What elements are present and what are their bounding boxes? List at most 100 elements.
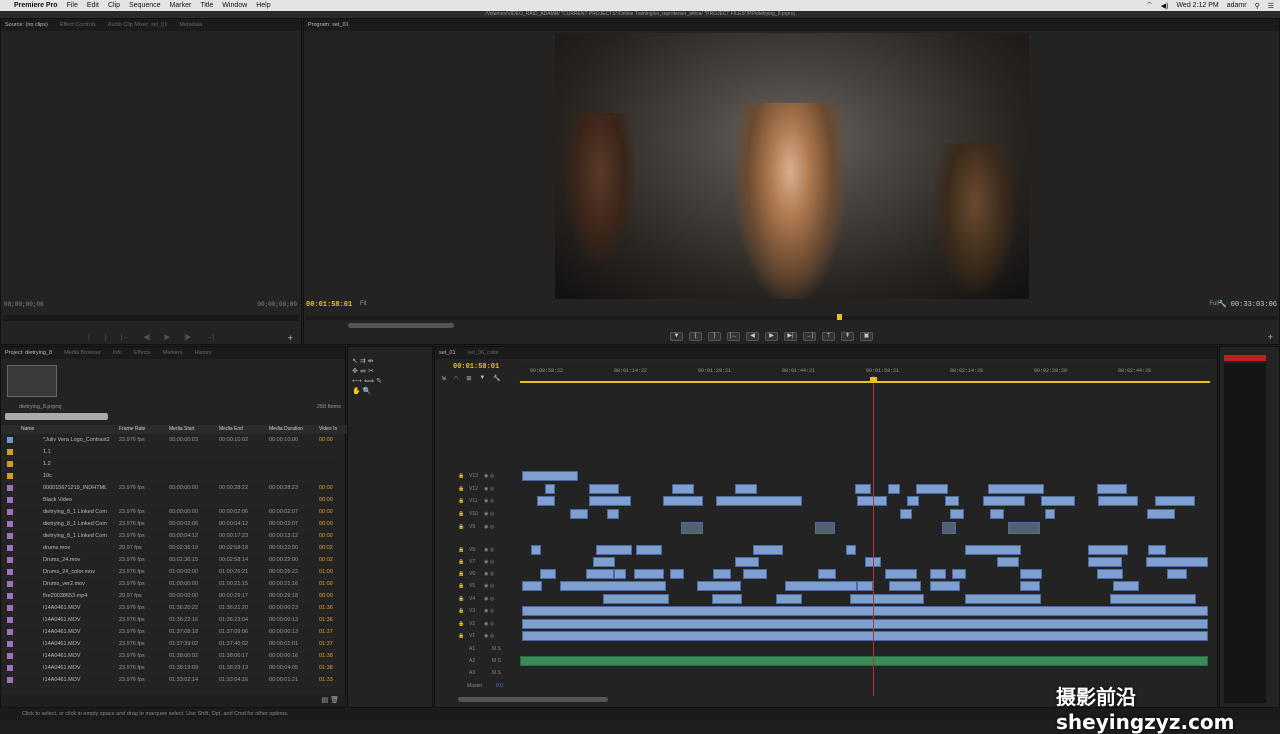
track-visibility-icon[interactable]: ◉ ◎: [484, 559, 494, 565]
timeline-clip[interactable]: [1088, 557, 1122, 567]
video-track-header[interactable]: 🔒 V5 ◉ ◎: [440, 581, 520, 591]
timeline-clip[interactable]: [540, 569, 556, 579]
tab-history[interactable]: History: [195, 350, 212, 356]
tab-source[interactable]: Source: (no clips): [5, 22, 48, 28]
program-zoom-bar[interactable]: [348, 323, 454, 328]
track-visibility-icon[interactable]: ◉ ◎: [484, 473, 494, 479]
program-tc-current[interactable]: 00:01:58:01: [306, 301, 352, 309]
timeline-clip[interactable]: [522, 619, 1208, 629]
menu-edit[interactable]: Edit: [87, 2, 99, 9]
list-icon[interactable]: ☰: [1268, 2, 1274, 10]
timeline-clip[interactable]: [1045, 509, 1055, 519]
program-fit-select[interactable]: Fit: [360, 301, 367, 307]
timeline-clip[interactable]: [735, 557, 759, 567]
timeline-clip[interactable]: [888, 484, 900, 494]
mute-solo-icon[interactable]: M S: [492, 670, 501, 676]
timeline-settings-icon[interactable]: 🔧: [493, 375, 500, 382]
track-visibility-icon[interactable]: ◉ ◎: [484, 633, 494, 639]
col-video-in[interactable]: Video In: [319, 426, 337, 432]
lock-icon[interactable]: 🔒: [458, 498, 464, 504]
label-color-swatch[interactable]: [7, 461, 13, 467]
tab-markers[interactable]: Markers: [163, 350, 183, 356]
video-track-header[interactable]: 🔒 V3 ◉ ◎: [440, 606, 520, 616]
timeline-clip[interactable]: [545, 484, 555, 494]
track-visibility-icon[interactable]: ◉ ◎: [484, 583, 494, 589]
timeline-clip[interactable]: [990, 509, 1004, 519]
timeline-clip[interactable]: [697, 581, 741, 591]
timeline-clip[interactable]: [1098, 496, 1138, 506]
source-step-fwd-icon[interactable]: |▶: [184, 333, 191, 341]
timeline-clip[interactable]: [1097, 569, 1123, 579]
lock-icon[interactable]: 🔒: [458, 596, 464, 602]
list-item[interactable]: 1.1: [1, 446, 339, 458]
timeline-tc[interactable]: 00:01:58:01: [453, 363, 499, 371]
source-tc-current[interactable]: 00;00;00;00: [4, 301, 44, 308]
timeline-clip[interactable]: [1147, 509, 1175, 519]
tab-sequence-set06[interactable]: set_06_color: [468, 350, 500, 356]
col-media-duration[interactable]: Media Duration: [269, 426, 303, 432]
label-color-swatch[interactable]: [7, 509, 13, 515]
track-visibility-icon[interactable]: ◉ ◎: [484, 596, 494, 602]
settings-wrench-icon[interactable]: 🔧: [1218, 300, 1227, 308]
timeline-clip[interactable]: [983, 496, 1025, 506]
timeline-clip[interactable]: [942, 522, 956, 534]
timeline-clip[interactable]: [988, 484, 1044, 494]
wifi-icon[interactable]: ⌔: [1146, 1, 1153, 10]
mark-out-icon[interactable]: }: [708, 332, 721, 341]
track-visibility-icon[interactable]: ◉ ◎: [484, 498, 494, 504]
clock[interactable]: Wed 2:12 PM: [1176, 2, 1218, 9]
timeline-clip[interactable]: [1113, 581, 1139, 591]
track-visibility-icon[interactable]: ◉ ◎: [484, 608, 494, 614]
mute-solo-icon[interactable]: M S: [492, 646, 501, 652]
goto-out-icon[interactable]: →|: [803, 332, 816, 341]
label-color-swatch[interactable]: [7, 497, 13, 503]
source-mark-out-icon[interactable]: }: [104, 334, 106, 341]
menu-help[interactable]: Help: [256, 2, 270, 9]
lock-icon[interactable]: 🔒: [458, 633, 464, 639]
mute-solo-icon[interactable]: M S: [492, 658, 501, 664]
work-area-bar[interactable]: [520, 381, 1210, 383]
program-playhead[interactable]: [837, 314, 842, 320]
source-step-back-icon[interactable]: ◀|: [143, 333, 150, 341]
label-color-swatch[interactable]: [7, 629, 13, 635]
step-forward-icon[interactable]: ▶|: [784, 332, 797, 341]
timeline-zoom-scrollbar[interactable]: [458, 697, 608, 702]
add-marker-tl-icon[interactable]: ▼: [479, 375, 485, 382]
timeline-clip[interactable]: [997, 557, 1019, 567]
timeline-clip[interactable]: [965, 545, 1021, 555]
slip-tool-icon[interactable]: ⟷: [352, 378, 362, 385]
timeline-clip[interactable]: [522, 606, 1208, 616]
lock-icon[interactable]: 🔒: [458, 511, 464, 517]
timeline-clip[interactable]: [593, 557, 615, 567]
timeline-clip[interactable]: [1167, 569, 1187, 579]
video-track-header[interactable]: 🔒 V10 ◉ ◎: [440, 509, 520, 519]
label-color-swatch[interactable]: [7, 485, 13, 491]
timeline-playhead-line[interactable]: [873, 376, 874, 696]
lock-icon[interactable]: 🔒: [458, 571, 464, 577]
timeline-clip[interactable]: [670, 569, 684, 579]
timeline-clip[interactable]: [663, 496, 703, 506]
timeline-clip[interactable]: [586, 569, 614, 579]
timeline-clip[interactable]: [965, 594, 1041, 604]
label-color-swatch[interactable]: [7, 677, 13, 683]
rolling-edit-icon[interactable]: ✥: [352, 368, 358, 375]
lock-icon[interactable]: 🔒: [458, 559, 464, 565]
tab-program[interactable]: Program: set_01: [308, 22, 349, 28]
timeline-clip[interactable]: [681, 522, 703, 534]
menu-title[interactable]: Title: [200, 2, 213, 9]
extract-icon[interactable]: ⇞: [841, 332, 854, 341]
list-item[interactable]: Drums_24_color.mov 23.976 fps 01:00:00:00 0…: [1, 566, 339, 578]
timeline-clip[interactable]: [900, 509, 912, 519]
list-item[interactable]: dietrying_8_1 Linked Com 23.976 fps 00:00:…: [1, 506, 339, 518]
list-item[interactable]: *Juliv Vera Logo_Contrast2 23.976 fps 00:0…: [1, 434, 339, 446]
timeline-clip[interactable]: [1020, 581, 1040, 591]
snap-icon[interactable]: ∩: [454, 375, 458, 382]
source-scrubber[interactable]: [3, 315, 299, 321]
timeline-clip[interactable]: [1088, 545, 1128, 555]
label-color-swatch[interactable]: [7, 473, 13, 479]
list-item[interactable]: drums.mov 29.97 fps 00:02:36:19 00:02:58:18…: [1, 542, 339, 554]
menu-file[interactable]: File: [67, 2, 78, 9]
audio-track-header[interactable]: A2 M S: [440, 656, 520, 666]
timeline-clip[interactable]: [522, 631, 1208, 641]
timeline-clip[interactable]: [522, 471, 578, 481]
